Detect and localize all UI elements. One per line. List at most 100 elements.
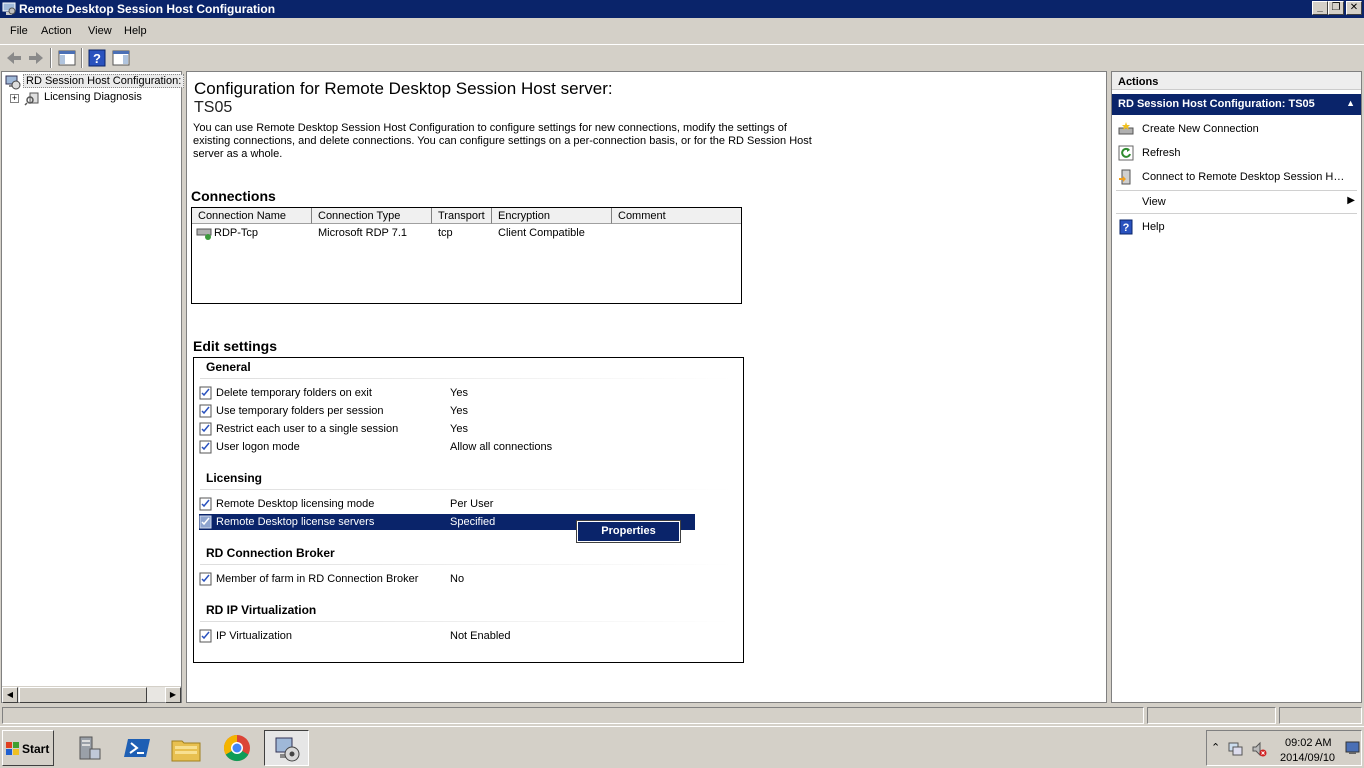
show-hide-action-pane-icon[interactable] [111,48,131,68]
setting-value: Yes [450,423,468,435]
setting-ip-virtualization[interactable]: IP Virtualization Not Enabled [199,628,695,644]
setting-label: Remote Desktop license servers [216,516,375,528]
clock-date[interactable]: 2014/09/10 [1280,752,1335,764]
restore-button[interactable]: ❐ [1328,1,1344,15]
taskbar: Start ⌃ 09:02 AM 2014/09/10 [0,726,1364,768]
cell-transport: tcp [438,227,453,239]
group-title-general: General [206,360,251,374]
column-header-encryption[interactable]: Encryption [492,208,612,224]
windows-logo-icon [6,742,19,755]
taskbar-file-explorer[interactable] [164,730,209,766]
cell-encryption: Client Compatible [498,227,585,239]
setting-value: Not Enabled [450,630,511,642]
setting-value: Per User [450,498,494,510]
setting-label: Remote Desktop licensing mode [216,498,375,510]
network-icon[interactable] [1227,741,1243,757]
cell-connection-name: RDP-Tcp [214,227,259,239]
help-icon[interactable]: ? [87,48,107,68]
connect-server-icon [1119,169,1131,185]
scroll-left-arrow[interactable]: ◀ [2,687,18,703]
status-panel [1147,707,1276,724]
content-pane: Configuration for Remote Desktop Session… [186,71,1107,703]
forward-icon[interactable] [26,48,46,68]
menu-view[interactable]: View [88,25,112,37]
setting-value: Yes [450,387,468,399]
scrollbar-thumb[interactable] [19,687,147,703]
setting-label: Use temporary folders per session [216,405,384,417]
back-icon[interactable] [4,48,24,68]
tree-item-rd-session-host[interactable]: RD Session Host Configuration: [23,74,185,88]
status-panel-main [2,707,1144,724]
action-view[interactable]: View ▶ [1112,192,1361,212]
setting-user-logon-mode[interactable]: User logon mode Allow all connections [199,439,695,455]
edit-settings-panel: General Delete temporary folders on exit… [193,357,744,663]
setting-icon [199,515,212,529]
setting-licensing-mode[interactable]: Remote Desktop licensing mode Per User [199,496,695,512]
setting-restrict-single-session[interactable]: Restrict each user to a single session Y… [199,421,695,437]
action-create-new-connection[interactable]: Create New Connection [1112,119,1361,139]
show-desktop-icon[interactable] [1345,741,1360,755]
setting-delete-temp-folders[interactable]: Delete temporary folders on exit Yes [199,385,695,401]
minimize-button[interactable]: _ [1312,1,1328,15]
group-title-rd-connection-broker: RD Connection Broker [206,546,335,560]
setting-use-temp-folders[interactable]: Use temporary folders per session Yes [199,403,695,419]
column-header-transport[interactable]: Transport [432,208,492,224]
connection-icon [196,228,212,240]
group-divider [200,564,732,565]
chrome-icon [223,734,250,762]
actions-header: Actions [1112,72,1361,90]
setting-icon [199,572,212,586]
taskbar-rd-session-host-config[interactable] [264,730,309,766]
action-help[interactable]: ? Help [1112,217,1361,237]
title-bar[interactable]: Remote Desktop Session Host Configuratio… [0,0,1364,18]
taskbar-chrome[interactable] [214,730,259,766]
action-label: Connect to Remote Desktop Session H… [1142,171,1345,183]
close-button[interactable]: ✕ [1346,1,1362,15]
action-refresh[interactable]: Refresh [1112,143,1361,163]
setting-icon [199,404,212,418]
help-icon: ? [1119,219,1133,235]
setting-value: Specified [450,516,496,528]
table-row[interactable]: RDP-Tcp Microsoft RDP 7.1 tcp Client Com… [192,225,741,242]
actions-subheader[interactable]: RD Session Host Configuration: TS05 ▲ [1112,94,1361,115]
action-separator [1116,213,1357,214]
collapse-icon[interactable]: ▲ [1346,98,1355,108]
menu-help[interactable]: Help [124,25,147,37]
setting-label: Member of farm in RD Connection Broker [216,573,419,585]
actions-subheader-label: RD Session Host Configuration: TS05 [1118,98,1315,110]
show-hidden-icons-icon[interactable]: ⌃ [1211,741,1220,754]
tree-item-licensing-diagnosis[interactable]: Licensing Diagnosis [44,91,142,103]
group-title-rd-ip-virtualization: RD IP Virtualization [206,603,317,617]
volume-muted-icon[interactable] [1251,741,1267,757]
clock-time[interactable]: 09:02 AM [1285,737,1331,749]
svg-text:?: ? [1123,222,1130,234]
description-text: You can use Remote Desktop Session Host … [193,122,812,160]
menu-file[interactable]: File [10,25,28,37]
setting-icon [199,497,212,511]
connections-table[interactable]: Connection Name Connection Type Transpor… [191,207,742,304]
taskbar-server-manager[interactable] [64,730,109,766]
action-connect-to-server[interactable]: Connect to Remote Desktop Session H… [1112,167,1361,187]
show-hide-console-tree-icon[interactable] [57,48,77,68]
actions-pane: Actions RD Session Host Configuration: T… [1111,71,1362,703]
server-manager-icon [79,736,101,760]
context-menu-properties[interactable]: Properties [576,520,681,543]
column-header-connection-name[interactable]: Connection Name [192,208,312,224]
scroll-right-arrow[interactable]: ▶ [165,687,181,703]
setting-member-of-farm[interactable]: Member of farm in RD Connection Broker N… [199,571,695,587]
group-divider [200,621,732,622]
column-header-connection-type[interactable]: Connection Type [312,208,432,224]
menu-action[interactable]: Action [41,25,72,37]
start-button[interactable]: Start [2,730,54,766]
taskbar-powershell[interactable] [114,730,159,766]
action-label: Refresh [1142,147,1181,159]
tree-expander[interactable]: + [10,94,19,103]
start-label: Start [22,742,50,756]
horizontal-scrollbar[interactable]: ◀ ▶ [2,686,181,703]
submenu-arrow-icon: ▶ [1347,195,1355,206]
toolbar-separator [81,48,83,68]
server-name: TS05 [194,99,233,116]
setting-value: Allow all connections [450,441,553,453]
setting-label: Delete temporary folders on exit [216,387,372,399]
column-header-comment[interactable]: Comment [612,208,741,224]
